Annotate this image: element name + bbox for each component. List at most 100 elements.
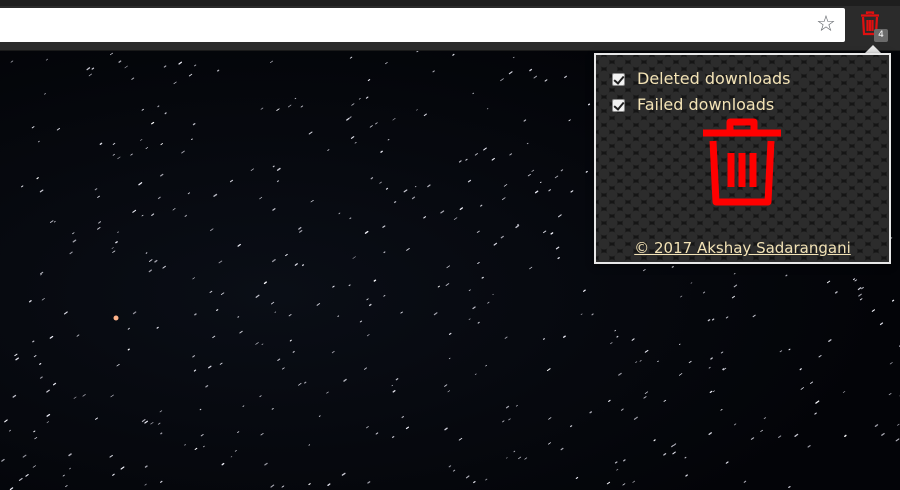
- star: [564, 75, 568, 79]
- star: [88, 73, 92, 77]
- star: [117, 156, 121, 160]
- star: [610, 342, 613, 345]
- star: [465, 158, 468, 161]
- copyright-link[interactable]: © 2017 Akshay Sadarangani: [596, 239, 889, 257]
- star: [828, 339, 832, 342]
- star: [383, 294, 386, 297]
- star: [799, 368, 802, 371]
- star: [300, 105, 304, 108]
- star: [563, 335, 566, 338]
- star: [760, 429, 763, 432]
- star: [148, 269, 152, 273]
- star: [874, 424, 879, 427]
- star: [91, 67, 95, 70]
- star: [98, 221, 102, 224]
- star: [49, 335, 54, 339]
- star: [468, 318, 471, 321]
- star: [62, 474, 65, 477]
- star: [501, 197, 506, 201]
- star: [95, 417, 98, 420]
- star: [458, 437, 463, 441]
- star: [316, 303, 321, 306]
- star: [56, 127, 61, 131]
- star: [380, 150, 383, 153]
- star: [157, 196, 161, 200]
- deleted-downloads-checkbox[interactable]: [612, 72, 625, 86]
- star-outline-icon[interactable]: ☆: [813, 12, 839, 38]
- star: [341, 472, 346, 476]
- star: [405, 426, 410, 430]
- star: [117, 231, 119, 233]
- star: [702, 291, 706, 294]
- star: [178, 61, 183, 65]
- star: [141, 214, 144, 217]
- star: [406, 248, 410, 251]
- star: [608, 399, 611, 402]
- star: [45, 58, 48, 61]
- star: [375, 122, 378, 125]
- star: [145, 147, 149, 150]
- address-bar[interactable]: ☆: [0, 8, 845, 42]
- star: [308, 444, 311, 446]
- star: [272, 165, 275, 168]
- star: [288, 314, 292, 317]
- star: [622, 483, 626, 486]
- star: [859, 298, 863, 301]
- star: [391, 384, 394, 387]
- star: [733, 284, 738, 288]
- star: [352, 256, 356, 259]
- star: [219, 362, 223, 365]
- star: [671, 265, 674, 268]
- star: [157, 422, 161, 425]
- failed-downloads-checkbox[interactable]: [612, 98, 625, 112]
- star: [285, 253, 288, 257]
- star: [242, 405, 245, 407]
- star: [294, 97, 297, 100]
- star: [39, 376, 43, 379]
- star: [318, 415, 321, 417]
- star: [200, 434, 204, 437]
- star: [8, 429, 12, 432]
- star: [184, 214, 188, 217]
- star: [37, 140, 40, 143]
- star: [480, 204, 483, 207]
- star: [473, 481, 476, 484]
- star: [710, 357, 713, 360]
- star: [653, 439, 656, 442]
- star: [192, 277, 195, 280]
- star: [144, 483, 147, 486]
- option-deleted-downloads[interactable]: Deleted downloads: [612, 68, 791, 90]
- star: [635, 361, 638, 363]
- star: [144, 465, 148, 468]
- star: [41, 298, 45, 301]
- star: [575, 476, 579, 479]
- star: [337, 315, 340, 317]
- star: [618, 372, 622, 376]
- star: [606, 481, 611, 485]
- star: [852, 278, 856, 281]
- star: [858, 293, 862, 297]
- star: [99, 142, 103, 145]
- star: [548, 442, 551, 445]
- star: [14, 353, 18, 357]
- star: [367, 481, 371, 484]
- star: [73, 396, 77, 399]
- star: [145, 252, 148, 254]
- star: [327, 149, 330, 151]
- star: [632, 480, 636, 483]
- option-failed-downloads[interactable]: Failed downloads: [612, 94, 774, 116]
- star: [308, 483, 311, 486]
- star: [818, 354, 822, 358]
- star: [259, 395, 262, 398]
- star: [112, 153, 115, 156]
- star: [452, 469, 456, 472]
- extension-popup: Deleted downloads Failed downloads © 201…: [594, 53, 891, 264]
- star: [500, 78, 504, 82]
- star: [533, 75, 537, 79]
- star: [346, 117, 350, 121]
- star: [369, 125, 373, 128]
- star: [10, 60, 14, 63]
- star: [550, 232, 554, 235]
- star: [518, 456, 522, 460]
- trash-icon: [703, 118, 781, 206]
